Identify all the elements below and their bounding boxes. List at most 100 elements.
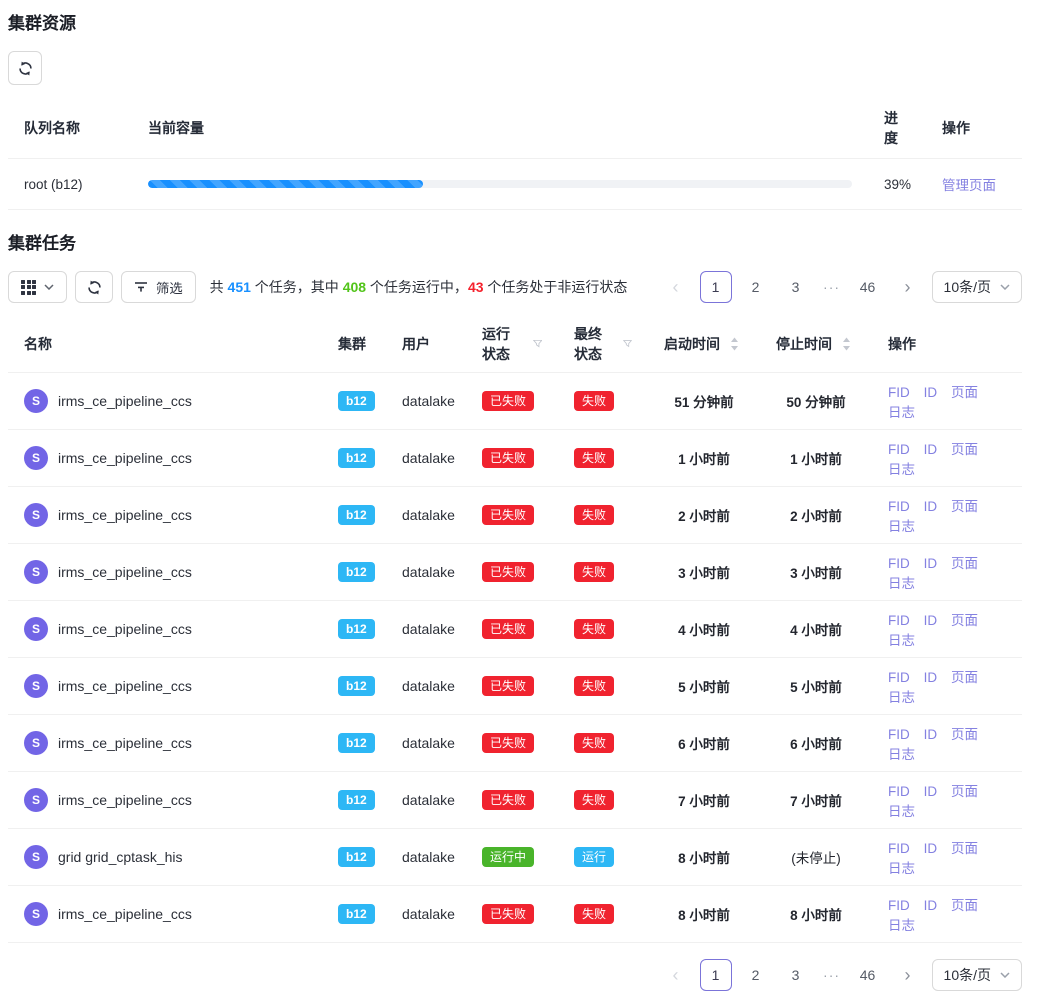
page-button-last[interactable]: 46 bbox=[852, 271, 884, 303]
final-status-badge: 失败 bbox=[574, 790, 614, 810]
fid-link[interactable]: FID bbox=[888, 613, 910, 628]
page-link[interactable]: 页面 bbox=[951, 556, 978, 571]
start-time: 8 小时前 bbox=[678, 851, 730, 866]
start-time: 7 小时前 bbox=[678, 794, 730, 809]
start-time: 51 分钟前 bbox=[674, 395, 733, 410]
user-name: datalake bbox=[402, 564, 455, 580]
page-link[interactable]: 页面 bbox=[951, 442, 978, 457]
page-size-select[interactable]: 10条/页 bbox=[932, 271, 1022, 303]
header-cluster: 集群 bbox=[322, 316, 386, 373]
log-link[interactable]: 日志 bbox=[888, 861, 915, 876]
page-link[interactable]: 页面 bbox=[951, 385, 978, 400]
header-queue-name: 队列名称 bbox=[8, 98, 132, 159]
run-status-badge: 已失败 bbox=[482, 391, 534, 411]
log-link[interactable]: 日志 bbox=[888, 633, 915, 648]
prev-page-button[interactable]: ‹ bbox=[660, 271, 692, 303]
prev-page-button[interactable]: ‹ bbox=[660, 959, 692, 991]
user-name: datalake bbox=[402, 507, 455, 523]
header-final-status: 最终状态 bbox=[558, 316, 648, 373]
next-page-button[interactable]: › bbox=[892, 271, 924, 303]
fid-link[interactable]: FID bbox=[888, 784, 910, 799]
column-filter-icon[interactable] bbox=[623, 338, 632, 350]
fid-link[interactable]: FID bbox=[888, 385, 910, 400]
log-link[interactable]: 日志 bbox=[888, 804, 915, 819]
id-link[interactable]: ID bbox=[924, 385, 938, 400]
log-link[interactable]: 日志 bbox=[888, 405, 915, 420]
progress-percent: 39% bbox=[868, 159, 926, 210]
table-row: S irms_ce_pipeline_ccs b12 datalake 已失败 … bbox=[8, 658, 1022, 715]
page-link[interactable]: 页面 bbox=[951, 613, 978, 628]
pagination-ellipsis[interactable]: ··· bbox=[820, 967, 844, 983]
fid-link[interactable]: FID bbox=[888, 841, 910, 856]
page-button-1[interactable]: 1 bbox=[700, 271, 732, 303]
id-link[interactable]: ID bbox=[924, 727, 938, 742]
not-running-tasks-count: 43 bbox=[468, 279, 484, 295]
avatar: S bbox=[24, 389, 48, 413]
next-page-button[interactable]: › bbox=[892, 959, 924, 991]
id-link[interactable]: ID bbox=[924, 898, 938, 913]
log-link[interactable]: 日志 bbox=[888, 918, 915, 933]
log-link[interactable]: 日志 bbox=[888, 747, 915, 762]
table-row: S irms_ce_pipeline_ccs b12 datalake 已失败 … bbox=[8, 886, 1022, 943]
cluster-tasks-title: 集群任务 bbox=[8, 234, 1022, 254]
filter-button[interactable]: 筛选 bbox=[121, 271, 196, 303]
filter-button-label: 筛选 bbox=[156, 278, 183, 297]
avatar: S bbox=[24, 731, 48, 755]
header-user: 用户 bbox=[386, 316, 466, 373]
page-button-3[interactable]: 3 bbox=[780, 959, 812, 991]
id-link[interactable]: ID bbox=[924, 613, 938, 628]
page-link[interactable]: 页面 bbox=[951, 670, 978, 685]
fid-link[interactable]: FID bbox=[888, 670, 910, 685]
final-status-badge: 失败 bbox=[574, 562, 614, 582]
avatar: S bbox=[24, 788, 48, 812]
log-link[interactable]: 日志 bbox=[888, 690, 915, 705]
tasks-summary: 共 451 个任务，其中 408 个任务运行中，43 个任务处于非运行状态 bbox=[210, 277, 628, 297]
stop-time: (未停止) bbox=[791, 851, 841, 866]
task-name: irms_ce_pipeline_ccs bbox=[58, 906, 192, 922]
column-filter-icon[interactable] bbox=[533, 338, 542, 350]
id-link[interactable]: ID bbox=[924, 499, 938, 514]
id-link[interactable]: ID bbox=[924, 841, 938, 856]
id-link[interactable]: ID bbox=[924, 442, 938, 457]
run-status-badge: 已失败 bbox=[482, 505, 534, 525]
page-link[interactable]: 页面 bbox=[951, 841, 978, 856]
avatar: S bbox=[24, 446, 48, 470]
page-size-select[interactable]: 10条/页 bbox=[932, 959, 1022, 991]
page-link[interactable]: 页面 bbox=[951, 499, 978, 514]
log-link[interactable]: 日志 bbox=[888, 576, 915, 591]
resources-header-row: 队列名称 当前容量 进度 操作 bbox=[8, 98, 1022, 159]
fid-link[interactable]: FID bbox=[888, 499, 910, 514]
page-link[interactable]: 页面 bbox=[951, 727, 978, 742]
refresh-tasks-button[interactable] bbox=[75, 271, 113, 303]
view-mode-dropdown-button[interactable] bbox=[8, 271, 67, 303]
task-name: irms_ce_pipeline_ccs bbox=[58, 792, 192, 808]
column-sorter-icon[interactable] bbox=[842, 337, 851, 351]
page-size-value: 10条/页 bbox=[944, 277, 991, 297]
fid-link[interactable]: FID bbox=[888, 556, 910, 571]
log-link[interactable]: 日志 bbox=[888, 519, 915, 534]
log-link[interactable]: 日志 bbox=[888, 462, 915, 477]
page-button-2[interactable]: 2 bbox=[740, 959, 772, 991]
chevron-down-icon bbox=[1000, 972, 1010, 978]
id-link[interactable]: ID bbox=[924, 784, 938, 799]
page-link[interactable]: 页面 bbox=[951, 898, 978, 913]
fid-link[interactable]: FID bbox=[888, 898, 910, 913]
page-link[interactable]: 页面 bbox=[951, 784, 978, 799]
page-button-2[interactable]: 2 bbox=[740, 271, 772, 303]
fid-link[interactable]: FID bbox=[888, 727, 910, 742]
fid-link[interactable]: FID bbox=[888, 442, 910, 457]
cluster-tag: b12 bbox=[338, 619, 375, 639]
manage-page-link[interactable]: 管理页面 bbox=[942, 178, 996, 193]
run-status-badge: 已失败 bbox=[482, 733, 534, 753]
page-button-last[interactable]: 46 bbox=[852, 959, 884, 991]
page-button-1[interactable]: 1 bbox=[700, 959, 732, 991]
table-row: S irms_ce_pipeline_ccs b12 datalake 已失败 … bbox=[8, 430, 1022, 487]
cluster-tag: b12 bbox=[338, 562, 375, 582]
id-link[interactable]: ID bbox=[924, 556, 938, 571]
pagination-ellipsis[interactable]: ··· bbox=[820, 279, 844, 295]
refresh-resources-button[interactable] bbox=[8, 51, 42, 85]
id-link[interactable]: ID bbox=[924, 670, 938, 685]
run-status-badge: 已失败 bbox=[482, 619, 534, 639]
page-button-3[interactable]: 3 bbox=[780, 271, 812, 303]
column-sorter-icon[interactable] bbox=[730, 337, 739, 351]
